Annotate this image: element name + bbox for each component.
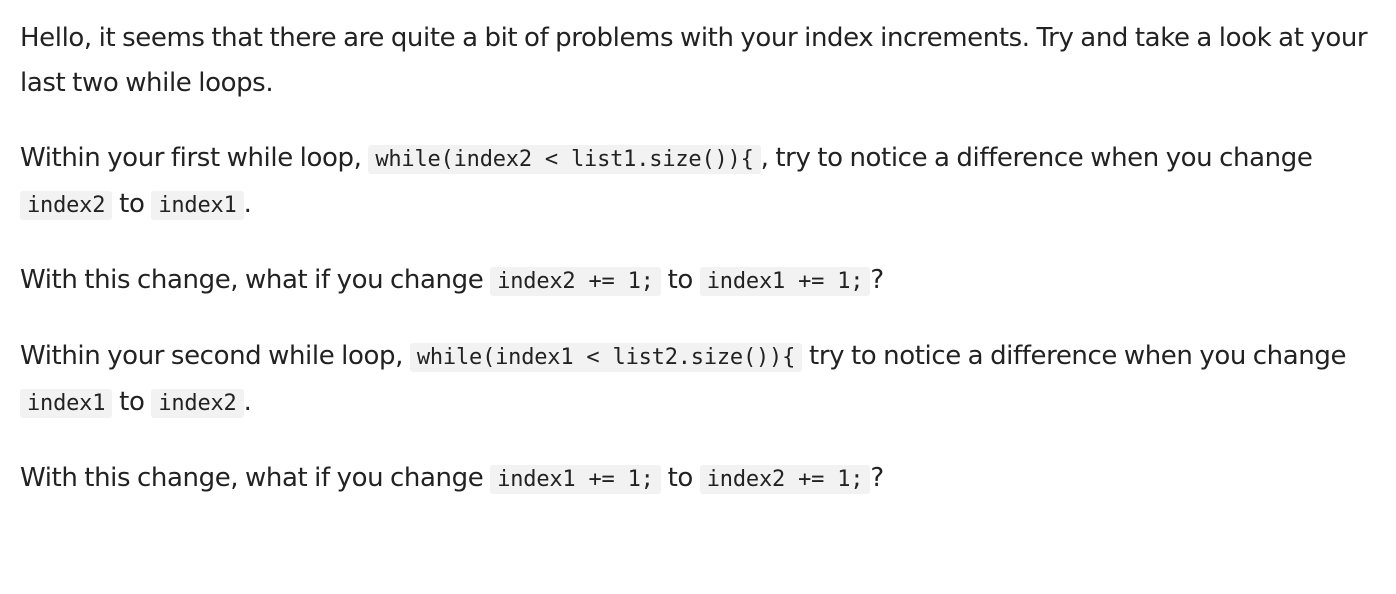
paragraph-text: . bbox=[243, 189, 252, 219]
paragraph-text: try to notice a difference when you chan… bbox=[802, 341, 1347, 371]
paragraph-text: to bbox=[660, 463, 700, 493]
paragraph-text: to bbox=[112, 189, 152, 219]
paragraph-text: With this change, what if you change bbox=[20, 265, 491, 295]
paragraph-text: Within your second while loop, bbox=[20, 341, 410, 371]
index2-code: index2 bbox=[20, 191, 113, 220]
paragraph-text: . bbox=[243, 387, 252, 417]
second-loop-paragraph: Within your second while loop, while(ind… bbox=[20, 334, 1380, 426]
paragraph-text: With this change, what if you change bbox=[20, 463, 491, 493]
first-while-loop-code: while(index2 < list1.size()){ bbox=[368, 145, 761, 174]
first-loop-paragraph: Within your first while loop, while(inde… bbox=[20, 136, 1380, 228]
index2-increment-code: index2 += 1; bbox=[699, 465, 871, 494]
second-while-loop-code: while(index1 < list2.size()){ bbox=[409, 343, 803, 372]
paragraph-text: , try to notice a difference when you ch… bbox=[760, 143, 1313, 173]
intro-paragraph: Hello, it seems that there are quite a b… bbox=[20, 16, 1380, 106]
first-increment-paragraph: With this change, what if you change ind… bbox=[20, 258, 1380, 304]
index1-increment-code: index1 += 1; bbox=[490, 465, 661, 494]
paragraph-text: ? bbox=[870, 463, 884, 493]
paragraph-text: Within your first while loop, bbox=[20, 143, 369, 173]
intro-text: Hello, it seems that there are quite a b… bbox=[20, 23, 1368, 98]
second-increment-paragraph: With this change, what if you change ind… bbox=[20, 456, 1380, 502]
paragraph-text: to bbox=[112, 387, 152, 417]
index2-increment-code: index2 += 1; bbox=[490, 267, 661, 296]
index2-code: index2 bbox=[151, 389, 244, 418]
paragraph-text: ? bbox=[870, 265, 884, 295]
index1-code: index1 bbox=[151, 191, 244, 220]
index1-code: index1 bbox=[20, 389, 113, 418]
index1-increment-code: index1 += 1; bbox=[699, 267, 871, 296]
paragraph-text: to bbox=[660, 265, 700, 295]
forum-post-body: Hello, it seems that there are quite a b… bbox=[20, 16, 1380, 502]
